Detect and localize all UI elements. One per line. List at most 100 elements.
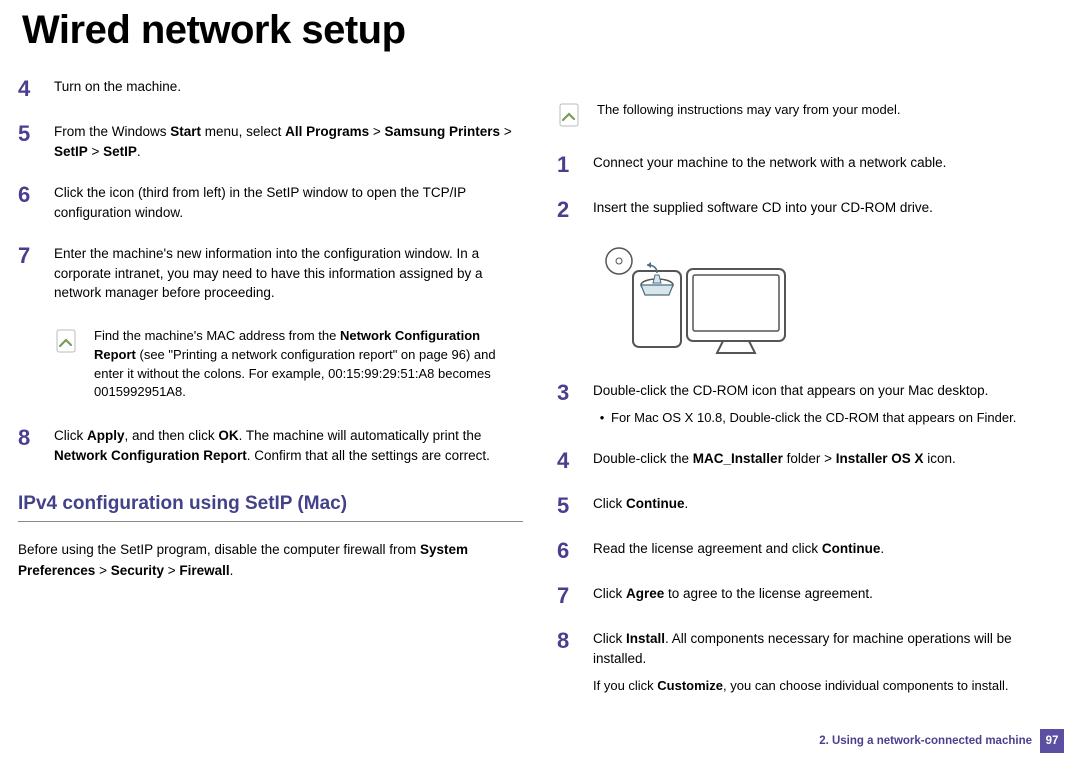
step-number: 4 [18,77,54,100]
step-text: Connect your machine to the network with… [593,153,1062,176]
step-text: Click the icon (third from left) in the … [54,183,523,222]
step-text: Double-click the CD-ROM icon that appear… [593,381,1062,427]
text: , and then click [125,428,219,443]
text: . [685,496,689,511]
step-text: Click Install. All components necessary … [593,629,1062,695]
bold: SetIP [54,144,88,159]
sub-text: If you click Customize, you can choose i… [593,677,1062,696]
text: From the Windows [54,124,170,139]
step-text: Click Continue. [593,494,1062,517]
text: . [880,541,884,556]
step-number: 2 [557,198,593,221]
bold: Continue [822,541,881,556]
step-number: 7 [18,244,54,303]
step-text: Turn on the machine. [54,77,523,100]
step-number: 3 [557,381,593,427]
text: folder > [783,451,836,466]
left-column: 4 Turn on the machine. 5 From the Window… [18,77,523,717]
step-number: 5 [557,494,593,517]
step-number: 5 [18,122,54,161]
step-6: 6 Click the icon (third from left) in th… [18,183,523,222]
step-number: 4 [557,449,593,472]
text: > [95,563,110,578]
bold: MAC_Installer [693,451,783,466]
section-heading: IPv4 configuration using SetIP (Mac) [18,493,523,515]
bold: OK [218,428,238,443]
text: > [164,563,179,578]
step-7-right: 7 Click Agree to agree to the license ag… [557,584,1062,607]
text: Find the machine's MAC address from the [94,328,340,343]
bold: Firewall [179,563,229,578]
step-4: 4 Turn on the machine. [18,77,523,100]
chapter-label: 2. Using a network-connected machine [819,735,1032,747]
text: (see "Printing a network configuration r… [94,347,496,400]
cd-computer-illustration [597,243,1062,363]
step-text: Enter the machine's new information into… [54,244,523,303]
note-text: Find the machine's MAC address from the … [94,327,523,402]
text: Double-click the [593,451,693,466]
text: Click [593,496,626,511]
text: menu, select [201,124,285,139]
bullet-item: For Mac OS X 10.8, Double-click the CD-R… [593,409,1062,428]
text: > [500,124,512,139]
step-3: 3 Double-click the CD-ROM icon that appe… [557,381,1062,427]
text: . Confirm that all the settings are corr… [247,448,490,463]
bold: Security [111,563,164,578]
step-text: Click Apply, and then click OK. The mach… [54,426,523,465]
text: > [88,144,103,159]
step-7: 7 Enter the machine's new information in… [18,244,523,303]
page-number: 97 [1040,729,1064,753]
step-5: 5 From the Windows Start menu, select Al… [18,122,523,161]
note-block: The following instructions may vary from… [557,101,1062,129]
text: . [137,144,141,159]
text: > [369,124,384,139]
step-1: 1 Connect your machine to the network wi… [557,153,1062,176]
step-number: 8 [557,629,593,695]
bold: SetIP [103,144,137,159]
step-6-right: 6 Read the license agreement and click C… [557,539,1062,562]
text: Click [593,586,626,601]
text: Read the license agreement and click [593,541,822,556]
step-text: Double-click the MAC_Installer folder > … [593,449,1062,472]
bold: All Programs [285,124,369,139]
step-8-right: 8 Click Install. All components necessar… [557,629,1062,695]
step-number: 7 [557,584,593,607]
step-number: 6 [557,539,593,562]
bold: Customize [657,678,723,693]
page-title: Wired network setup [0,0,1080,59]
note-icon [54,329,80,355]
text: icon. [924,451,956,466]
step-text: Click Agree to agree to the license agre… [593,584,1062,607]
step-4-right: 4 Double-click the MAC_Installer folder … [557,449,1062,472]
step-number: 1 [557,153,593,176]
bold: Install [626,631,665,646]
text: For Mac OS X 10.8, Double-click the CD-R… [611,409,1016,428]
bold: Samsung Printers [385,124,501,139]
bold: Installer OS X [836,451,924,466]
step-text: Read the license agreement and click Con… [593,539,1062,562]
text: Before using the SetIP program, disable … [18,542,420,557]
bold: Network Configuration Report [54,448,247,463]
section-paragraph: Before using the SetIP program, disable … [18,540,523,581]
note-icon [557,103,583,129]
text: Click [593,631,626,646]
page-footer: 2. Using a network-connected machine 97 [819,729,1064,753]
step-text: Insert the supplied software CD into you… [593,198,1062,221]
text: Click [54,428,87,443]
right-column: The following instructions may vary from… [557,77,1062,717]
text: If you click [593,678,657,693]
text: to agree to the license agreement. [664,586,873,601]
text: , you can choose individual components t… [723,678,1008,693]
section-rule [18,521,523,522]
bold: Start [170,124,201,139]
bold: Agree [626,586,664,601]
text: . [230,563,234,578]
step-text: From the Windows Start menu, select All … [54,122,523,161]
step-5-right: 5 Click Continue. [557,494,1062,517]
text: Double-click the CD-ROM icon that appear… [593,383,988,398]
bold: Continue [626,496,685,511]
note-block: Find the machine's MAC address from the … [54,327,523,402]
note-text: The following instructions may vary from… [597,101,900,129]
step-number: 8 [18,426,54,465]
step-number: 6 [18,183,54,222]
